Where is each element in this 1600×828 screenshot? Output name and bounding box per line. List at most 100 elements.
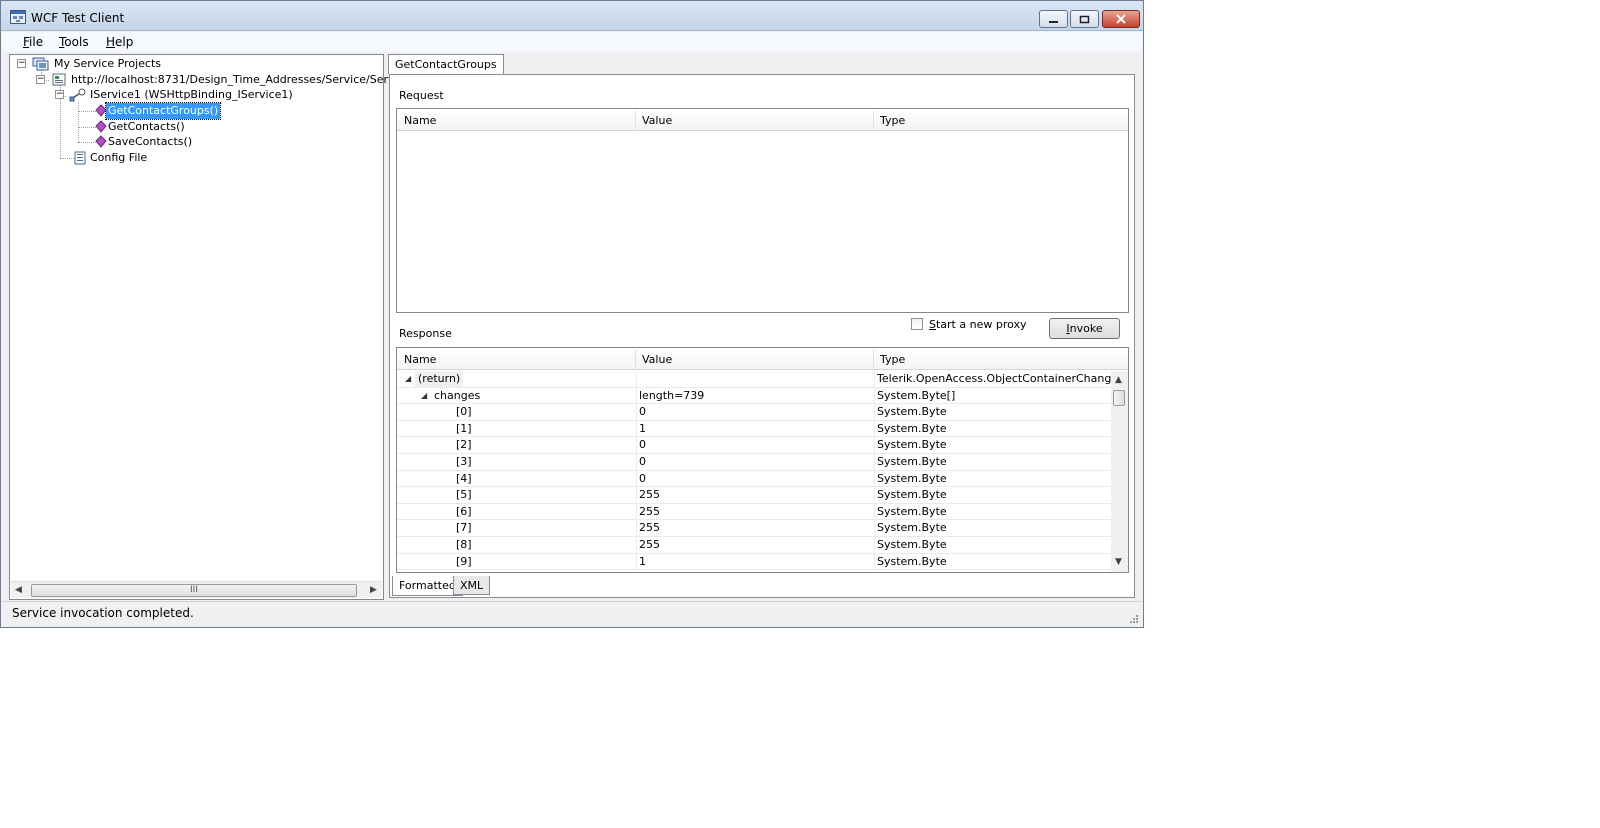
row-name: (return) <box>415 371 464 387</box>
response-grid[interactable]: Name Value Type ◢ (return) Telerik.OpenAcc… <box>396 347 1129 573</box>
expand-arrow-icon[interactable]: ◢ <box>405 371 411 387</box>
title-bar: WCF Test Client <box>1 1 1143 31</box>
status-text: Service invocation completed. <box>12 606 194 620</box>
row-type: System.Byte <box>877 438 947 452</box>
row-value: 0 <box>639 454 646 468</box>
app-icon <box>10 10 26 24</box>
maximize-button[interactable] <box>1070 10 1099 28</box>
row-value: length=739 <box>639 388 705 402</box>
scroll-right-icon[interactable]: ▶ <box>370 585 377 595</box>
request-grid-header: Name Value Type <box>397 109 1128 131</box>
minimize-button[interactable] <box>1039 10 1068 28</box>
expand-arrow-icon[interactable]: ◢ <box>421 388 427 404</box>
status-bar: Service invocation completed. <box>2 601 1142 626</box>
response-row[interactable]: [3] 0 System.Byte <box>397 453 1112 471</box>
response-row[interactable]: [6] 255 System.Byte <box>397 503 1112 521</box>
menu-bar: File Tools Help <box>2 32 1142 52</box>
row-name: [0] <box>456 405 472 419</box>
response-row[interactable]: [7] 255 System.Byte <box>397 520 1112 537</box>
row-value: 0 <box>639 438 646 452</box>
start-new-proxy-label[interactable]: Start a new proxy <box>929 318 1027 331</box>
tree-endpoint[interactable]: − http://localhost:8731/Design_Time_Addr… <box>10 72 424 88</box>
scrollbar-thumb[interactable] <box>1113 390 1125 406</box>
response-row[interactable]: [9] 1 System.Byte <box>397 553 1112 571</box>
resize-grip-icon[interactable] <box>1128 613 1138 623</box>
row-type: System.Byte <box>877 554 947 568</box>
tree-config-file[interactable]: Config File <box>10 150 380 166</box>
start-new-proxy-checkbox[interactable] <box>911 318 923 330</box>
minimize-icon <box>1049 20 1058 23</box>
menu-tools[interactable]: Tools <box>59 35 89 49</box>
tree-operation-getcontacts[interactable]: GetContacts() <box>10 119 380 135</box>
row-value: 1 <box>639 421 646 435</box>
column-value[interactable]: Value <box>642 353 672 366</box>
scrollbar-thumb[interactable]: III <box>31 584 357 597</box>
row-type: System.Byte <box>877 471 947 485</box>
response-vertical-scrollbar[interactable]: ▲ ▼ <box>1111 371 1128 572</box>
row-name: [7] <box>456 521 472 535</box>
endpoint-icon <box>52 73 66 86</box>
response-row[interactable]: ◢ changes length=739 System.Byte[] <box>397 387 1112 405</box>
request-grid[interactable]: Name Value Type <box>396 108 1129 313</box>
scroll-up-icon[interactable]: ▲ <box>1115 375 1122 385</box>
row-name: [5] <box>456 488 472 502</box>
tree-operation-savecontacts[interactable]: SaveContacts() <box>10 134 380 150</box>
menu-help[interactable]: Help <box>106 35 133 49</box>
row-name: changes <box>434 388 481 402</box>
response-row[interactable]: [0] 0 System.Byte <box>397 404 1112 421</box>
tab-xml[interactable]: XML <box>453 576 491 595</box>
column-name[interactable]: Name <box>404 114 436 127</box>
row-value: 255 <box>639 537 660 551</box>
response-row[interactable]: [8] 255 System.Byte <box>397 536 1112 554</box>
column-name[interactable]: Name <box>404 353 436 366</box>
service-projects-icon <box>32 57 49 71</box>
row-name: [6] <box>456 504 472 518</box>
collapse-icon[interactable]: − <box>36 75 45 84</box>
row-type: System.Byte <box>877 488 947 502</box>
scroll-down-icon[interactable]: ▼ <box>1115 557 1122 567</box>
tree-root[interactable]: − My Service Projects <box>10 56 380 72</box>
tab-getcontactgroups[interactable]: GetContactGroups <box>388 54 504 74</box>
tree-horizontal-scrollbar[interactable]: ◀ III ▶ <box>11 581 382 598</box>
maximize-icon <box>1079 15 1090 23</box>
response-row[interactable]: [5] 255 System.Byte <box>397 487 1112 504</box>
operation-pane: GetContactGroups Request Name Value Type… <box>387 54 1138 600</box>
row-type: System.Byte <box>877 521 947 535</box>
response-row[interactable]: [4] 0 System.Byte <box>397 470 1112 488</box>
response-grid-header: Name Value Type <box>397 348 1128 370</box>
response-label: Response <box>399 327 452 340</box>
row-type: Telerik.OpenAccess.ObjectContainerChange… <box>877 372 1129 385</box>
window-title: WCF Test Client <box>31 11 125 25</box>
tree-operation-getcontactgroups[interactable]: GetContactGroups() <box>10 102 380 120</box>
response-row[interactable]: [2] 0 System.Byte <box>397 437 1112 454</box>
scroll-left-icon[interactable]: ◀ <box>15 585 22 595</box>
response-row[interactable]: ◢ (return) Telerik.OpenAccess.ObjectContai… <box>397 371 1128 388</box>
row-type: System.Byte <box>877 421 947 435</box>
wcf-test-client-window: WCF Test Client File Tools Help − My Ser… <box>0 0 1144 628</box>
collapse-icon[interactable]: − <box>17 59 26 68</box>
row-type: System.Byte <box>877 405 947 419</box>
config-file-icon <box>74 151 86 165</box>
menu-file[interactable]: File <box>23 35 43 49</box>
row-type: System.Byte <box>877 454 947 468</box>
row-name: [2] <box>456 438 472 452</box>
contract-icon <box>69 88 86 102</box>
column-type[interactable]: Type <box>880 353 905 366</box>
row-value: 255 <box>639 488 660 502</box>
invoke-button[interactable]: Invoke <box>1049 318 1120 339</box>
row-name: [8] <box>456 537 472 551</box>
request-label: Request <box>399 89 444 102</box>
column-type[interactable]: Type <box>880 114 905 127</box>
row-name: [3] <box>456 454 472 468</box>
row-value: 255 <box>639 521 660 535</box>
service-tree[interactable]: − My Service Projects − http://localhost… <box>9 54 424 600</box>
response-rows: ◢ (return) Telerik.OpenAccess.ObjectContai… <box>397 371 1128 571</box>
row-type: System.Byte <box>877 537 947 551</box>
close-button[interactable] <box>1102 10 1140 28</box>
response-row[interactable]: [1] 1 System.Byte <box>397 420 1112 438</box>
collapse-icon[interactable]: − <box>55 90 64 99</box>
row-value: 255 <box>639 504 660 518</box>
tree-contract[interactable]: − IService1 (WSHttpBinding_IService1) <box>10 87 380 103</box>
row-value: 1 <box>639 554 646 568</box>
column-value[interactable]: Value <box>642 114 672 127</box>
